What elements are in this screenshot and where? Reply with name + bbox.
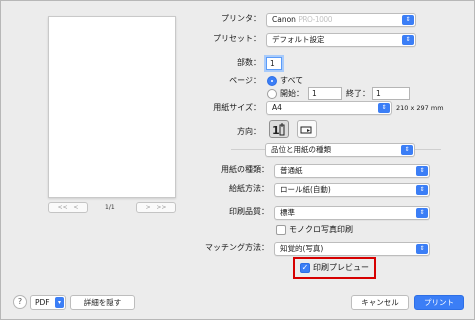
preview-back-button[interactable]: << < [48, 202, 88, 213]
print-quality-label: 印刷品質： [229, 207, 269, 216]
last-page-icon: >> [156, 204, 167, 211]
pdf-menu-button[interactable]: PDF ▾ [30, 295, 66, 310]
popup-arrows-icon: ⇕ [401, 145, 413, 155]
paper-size-value: A4 [272, 103, 282, 112]
matching-value: 知覚的(写真) [280, 244, 324, 253]
landscape-button[interactable]: ▸ [297, 120, 317, 138]
media-type-value: 普通紙 [280, 166, 303, 175]
pages-to-label: 終了： [346, 89, 370, 98]
popup-arrows-icon: ⇕ [416, 166, 428, 176]
svg-text:▸: ▸ [307, 127, 310, 134]
print-quality-value: 標準 [280, 208, 295, 217]
orientation-label: 方向： [237, 127, 261, 136]
question-icon: ? [17, 297, 23, 306]
preset-popup[interactable]: デフォルト設定 ⇕ [266, 33, 416, 47]
pdf-label: PDF [35, 298, 50, 307]
next-page-icon: > [145, 204, 151, 211]
section-popup[interactable]: 品位と用紙の種類 ⇕ [265, 143, 415, 157]
printer-label: プリンタ： [221, 14, 261, 23]
paper-dimensions: 210 x 297 mm [396, 104, 444, 112]
chevron-down-icon: ▾ [55, 297, 64, 308]
landscape-icon: ▸ [300, 126, 312, 134]
popup-arrows-icon: ⇕ [416, 185, 428, 195]
help-button[interactable]: ? [13, 295, 27, 309]
checkmark-icon: ✓ [301, 263, 309, 272]
print-preview-label: 印刷プレビュー [313, 263, 369, 272]
cancel-button[interactable]: キャンセル [351, 295, 409, 310]
svg-text:1: 1 [272, 124, 280, 137]
first-page-icon: << [57, 204, 68, 211]
media-type-popup[interactable]: 普通紙 ⇕ [274, 164, 430, 178]
section-popup-value: 品位と用紙の種類 [271, 145, 331, 154]
preview-page-count: 1/1 [105, 204, 115, 211]
print-dialog: << < 1/1 > >> プリンタ： Canon PRO-1000 ⇕ プリセ… [0, 0, 475, 320]
paper-source-value: ロール紙(自動) [280, 185, 331, 194]
print-preview-checkbox[interactable]: ✓ [300, 263, 310, 273]
prev-page-icon: < [73, 204, 79, 211]
popup-arrows-icon: ⇕ [378, 103, 390, 113]
pages-range-radio[interactable] [267, 89, 277, 99]
hide-details-button[interactable]: 詳細を隠す [70, 295, 135, 310]
portrait-icon: 1 [272, 123, 285, 137]
matching-popup[interactable]: 知覚的(写真) ⇕ [274, 242, 430, 256]
print-button[interactable]: プリント [414, 295, 464, 310]
preset-value: デフォルト設定 [272, 35, 325, 44]
pages-from-field[interactable]: 1 [308, 87, 342, 100]
paper-size-popup[interactable]: A4 ⇕ [266, 101, 392, 115]
monochrome-label: モノクロ写真印刷 [289, 225, 353, 234]
printer-popup[interactable]: Canon PRO-1000 ⇕ [266, 13, 416, 27]
pages-range-label: 開始： [280, 89, 304, 98]
popup-arrows-icon: ⇕ [402, 15, 414, 25]
pages-all-label: すべて [280, 76, 304, 85]
media-type-label: 用紙の種類： [221, 165, 269, 174]
copies-label: 部数： [237, 58, 261, 67]
popup-arrows-icon: ⇕ [416, 208, 428, 218]
matching-label: マッチング方法： [205, 243, 269, 252]
copies-field[interactable]: 1 [266, 57, 282, 70]
paper-source-popup[interactable]: ロール紙(自動) ⇕ [274, 183, 430, 197]
monochrome-checkbox[interactable] [276, 225, 286, 235]
printer-model-obscured: PRO-1000 [298, 15, 332, 24]
printer-name: Canon [272, 15, 296, 24]
paper-size-label: 用紙サイズ： [213, 103, 261, 112]
preset-label: プリセット： [213, 34, 261, 43]
pages-to-field[interactable]: 1 [372, 87, 410, 100]
paper-source-label: 給紙方法： [229, 184, 269, 193]
portrait-button[interactable]: 1 [269, 120, 289, 138]
popup-arrows-icon: ⇕ [402, 35, 414, 45]
preview-forward-button[interactable]: > >> [136, 202, 176, 213]
page-preview [48, 16, 176, 198]
pages-label: ページ： [229, 76, 261, 85]
print-quality-popup[interactable]: 標準 ⇕ [274, 206, 430, 220]
popup-arrows-icon: ⇕ [416, 244, 428, 254]
pages-all-radio[interactable] [267, 76, 277, 86]
